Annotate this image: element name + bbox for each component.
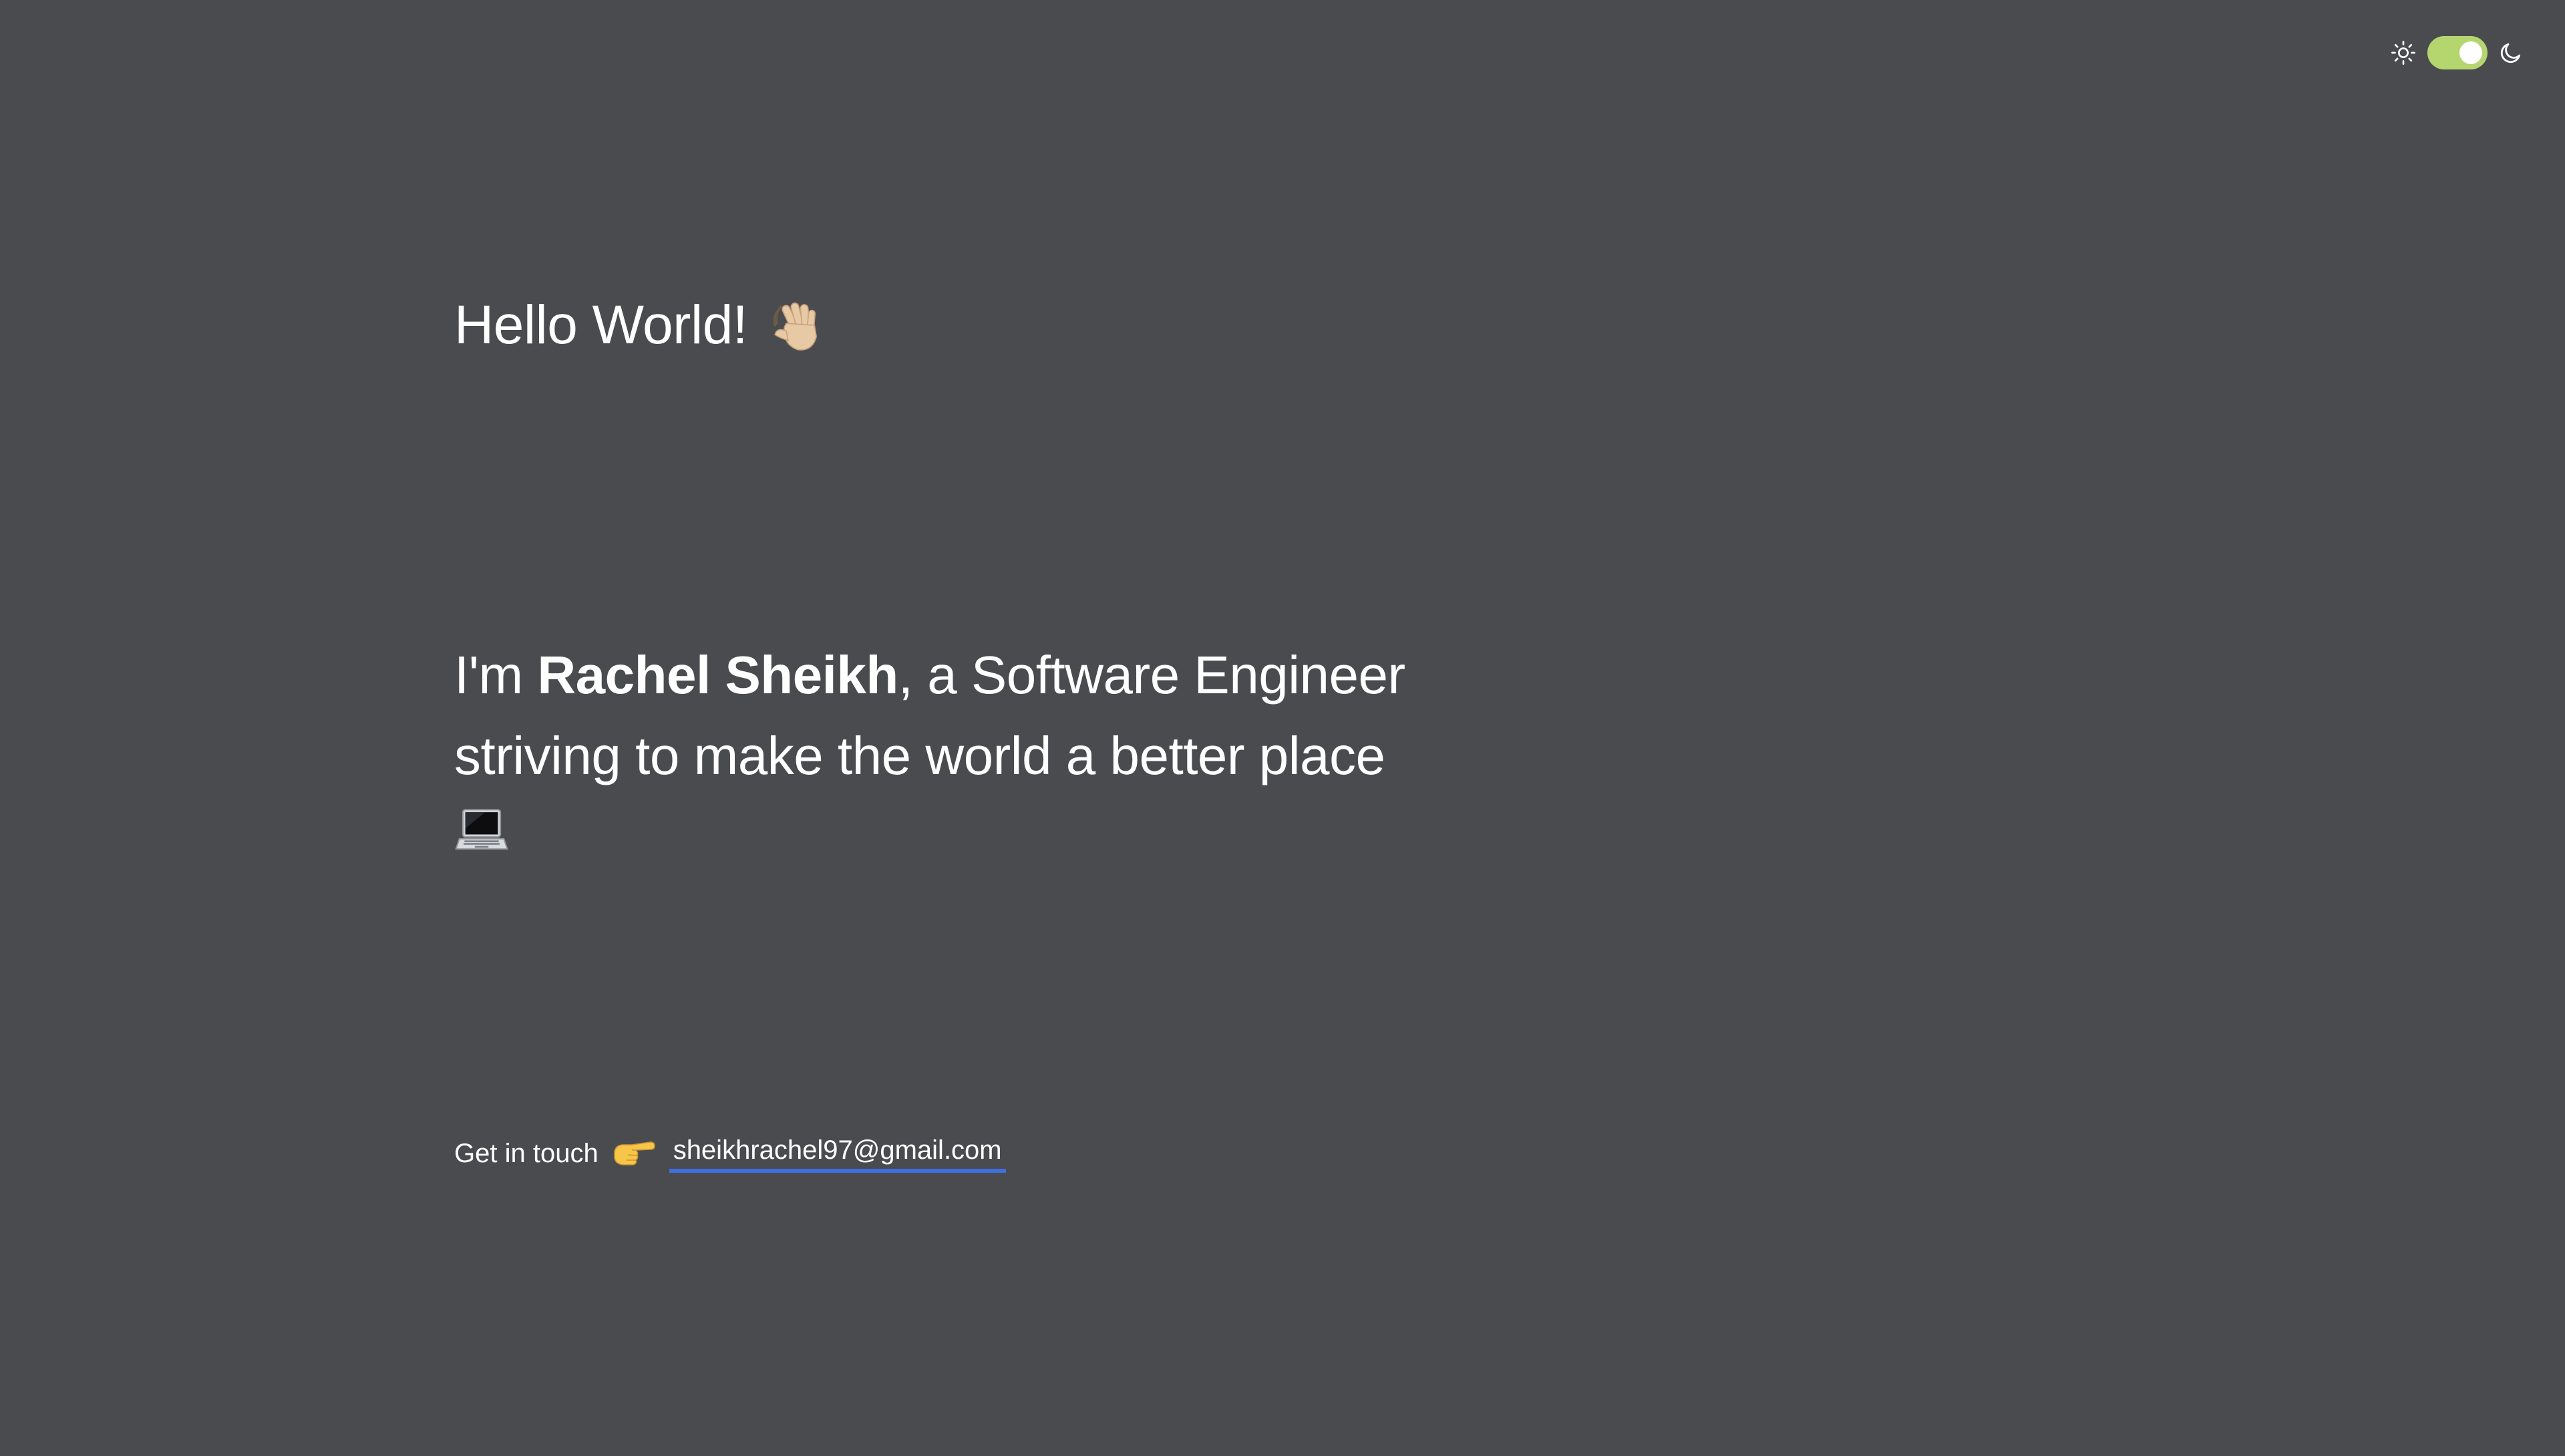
contact-label: Get in touch bbox=[454, 1138, 598, 1168]
email-link[interactable]: sheikhrachel97@gmail.com bbox=[669, 1134, 1006, 1173]
switch-knob bbox=[2459, 41, 2482, 64]
pointing-hand-icon bbox=[613, 1141, 655, 1165]
moon-icon bbox=[2500, 43, 2521, 63]
theme-toggle bbox=[2390, 36, 2524, 69]
intro-name: Rachel Sheikh bbox=[537, 645, 898, 705]
laptop-icon bbox=[455, 809, 508, 850]
contact-line: Get in touch sheikhrachel97@gmail.com bbox=[454, 1129, 1006, 1178]
intro-paragraph: I'm Rachel Sheikh, a Software Engineer s… bbox=[454, 634, 1429, 858]
waving-hand-icon bbox=[773, 302, 818, 351]
page: Hello World! I'm Rachel Sheikh, a Softwa… bbox=[0, 0, 2565, 1456]
greeting-text: Hello World! bbox=[454, 295, 748, 355]
greeting-heading: Hello World! bbox=[454, 289, 828, 362]
dark-mode-switch[interactable] bbox=[2427, 36, 2488, 69]
sun-icon bbox=[2391, 41, 2415, 65]
intro-prefix: I'm bbox=[454, 645, 538, 705]
